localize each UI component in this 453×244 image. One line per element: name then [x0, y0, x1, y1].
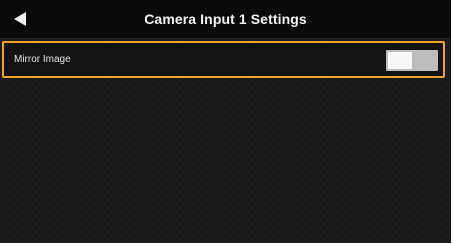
header-bar: Camera Input 1 Settings	[0, 0, 451, 39]
page-title: Camera Input 1 Settings	[144, 11, 307, 27]
settings-screen: Camera Input 1 Settings Mirror Image	[0, 0, 451, 243]
mirror-image-toggle[interactable]	[386, 50, 438, 71]
mirror-image-label: Mirror Image	[14, 54, 71, 65]
toggle-knob	[388, 52, 412, 69]
mirror-image-row[interactable]: Mirror Image	[2, 41, 445, 78]
